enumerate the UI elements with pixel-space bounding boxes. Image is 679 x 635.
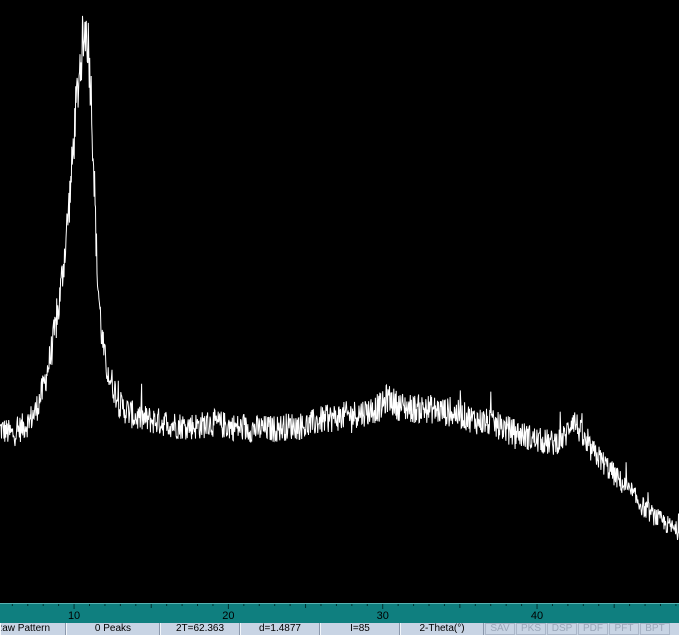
two-theta-readout: 2T=62.363 xyxy=(160,623,240,635)
x-tick-label: 40 xyxy=(531,610,543,622)
peak-count-label: 0 Peaks xyxy=(66,623,160,635)
d-spacing-readout: d=1.4877 xyxy=(240,623,320,635)
x-tick-label: 10 xyxy=(68,610,80,622)
diffraction-plot[interactable] xyxy=(0,0,679,603)
x-axis-ruler: 10 20 30 40 xyxy=(0,603,679,623)
x-tick-label: 20 xyxy=(222,610,234,622)
pattern-canvas xyxy=(0,15,679,540)
x-tick-label: 30 xyxy=(377,610,389,622)
status-bar: Raw Pattern 0 Peaks 2T=62.363 d=1.4877 I… xyxy=(0,623,679,635)
axis-unit-selector[interactable]: 2-Theta(°) xyxy=(400,623,484,635)
display-mode-label[interactable]: Raw Pattern xyxy=(0,623,66,635)
dsp-button[interactable]: DSP xyxy=(547,623,577,635)
peaks-button[interactable]: PKS xyxy=(516,623,546,635)
pattern-trace xyxy=(0,15,679,540)
x-axis-ticks: 10 20 30 40 xyxy=(11,604,677,622)
pft-button[interactable]: PFT xyxy=(609,623,639,635)
save-button[interactable]: SAV xyxy=(485,623,515,635)
intensity-readout: I=85 xyxy=(320,623,400,635)
bpt-button[interactable]: BPT xyxy=(640,623,670,635)
pdf-button[interactable]: PDF xyxy=(578,623,608,635)
